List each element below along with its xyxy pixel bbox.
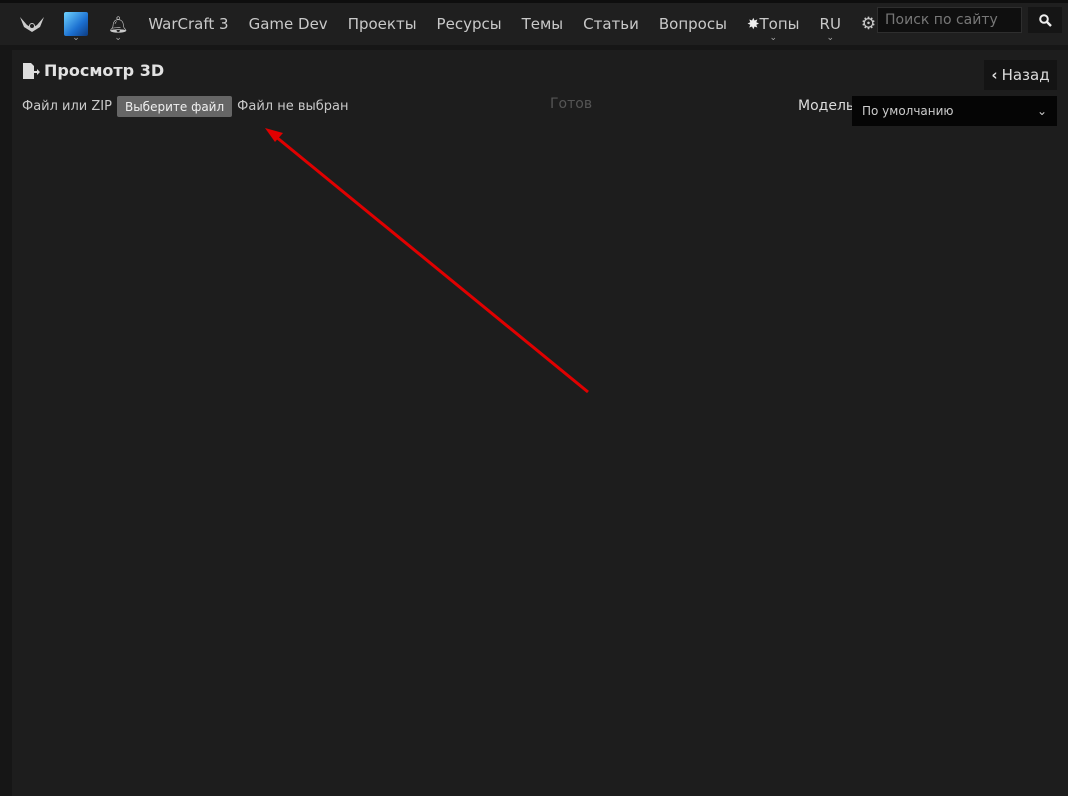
annotation-arrow xyxy=(265,128,589,394)
